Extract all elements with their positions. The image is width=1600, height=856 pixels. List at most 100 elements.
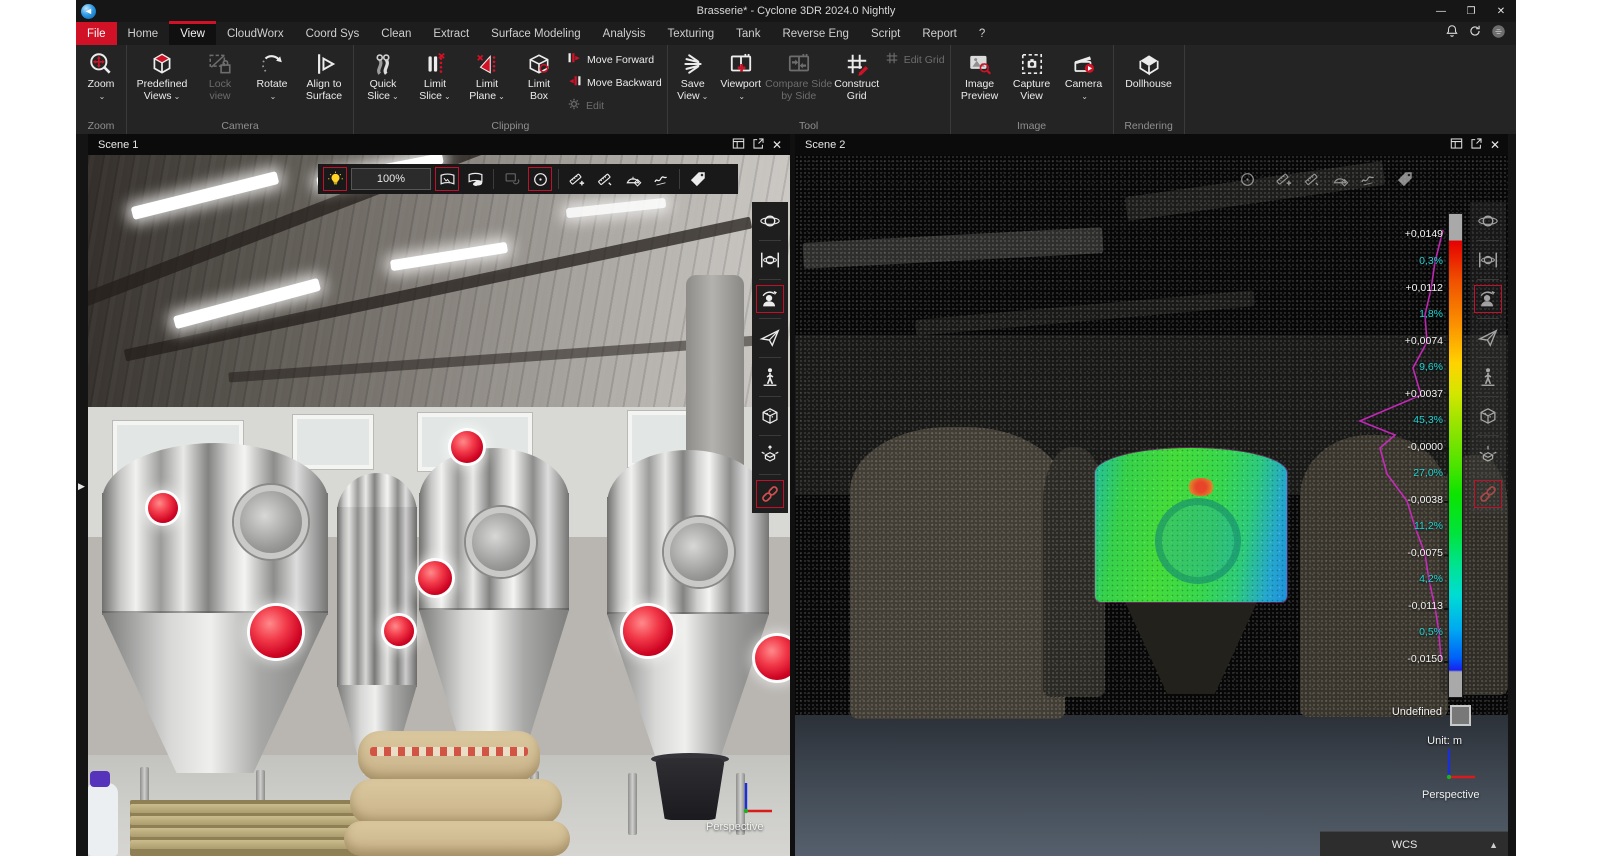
orbit-constrained-icon[interactable]: [756, 246, 784, 274]
measure-freeform-button[interactable]: [1356, 167, 1380, 191]
tab-help[interactable]: ?: [968, 22, 996, 45]
target-circle-button[interactable]: [528, 167, 552, 191]
minimize-button[interactable]: —: [1426, 0, 1456, 22]
construct-grid-button[interactable]: Construct Grid: [831, 47, 883, 102]
tab-script[interactable]: Script: [860, 22, 911, 45]
measure-angle-button[interactable]: [621, 167, 645, 191]
orbit-constrained-icon[interactable]: [1474, 246, 1502, 274]
tab-analysis[interactable]: Analysis: [592, 22, 657, 45]
measure-distance-button[interactable]: [1300, 167, 1324, 191]
zoom-button[interactable]: Zoom ⌄: [79, 47, 123, 103]
walk-mode-icon[interactable]: [1474, 363, 1502, 391]
colorbar-label: +0,0112: [1373, 282, 1443, 295]
viewport-button[interactable]: Viewport ⌄: [715, 47, 767, 103]
compare-side-by-side-button[interactable]: Compare Side by Side: [767, 47, 831, 102]
measure-angle-button[interactable]: [1328, 167, 1352, 191]
measure-add-button[interactable]: [1272, 167, 1296, 191]
measure-add-button[interactable]: [565, 167, 589, 191]
examine-mode-icon[interactable]: [1474, 285, 1502, 313]
image-preview-button[interactable]: Image Preview: [954, 47, 1006, 102]
tab-cloudworx[interactable]: CloudWorx: [216, 22, 295, 45]
tab-tank[interactable]: Tank: [725, 22, 771, 45]
orbit-icon[interactable]: [756, 207, 784, 235]
scene1-viewport[interactable]: 100%: [88, 155, 790, 856]
view-cube-icon[interactable]: [1474, 402, 1502, 430]
scene1-close-icon[interactable]: ✕: [772, 138, 782, 152]
measure-distance-button[interactable]: [593, 167, 617, 191]
close-button[interactable]: ✕: [1486, 0, 1516, 22]
tab-reverse-eng[interactable]: Reverse Eng: [771, 22, 859, 45]
save-view-button[interactable]: Save View⌄: [671, 47, 715, 103]
limit-slice-button[interactable]: Limit Slice⌄: [409, 47, 461, 103]
scene-zoom-level[interactable]: 100%: [351, 168, 431, 190]
fly-mode-icon[interactable]: [756, 324, 784, 352]
scene2-popout-icon[interactable]: [1470, 137, 1483, 153]
orbit-icon[interactable]: [1474, 207, 1502, 235]
red-sphere-marker[interactable]: [418, 561, 452, 595]
wcs-expand-icon[interactable]: ▲: [1489, 840, 1508, 850]
tab-home[interactable]: Home: [117, 22, 170, 45]
move-view-icon[interactable]: [1474, 441, 1502, 469]
tab-texturing[interactable]: Texturing: [656, 22, 725, 45]
inspection-hotspot: [1187, 478, 1215, 496]
scene2-close-icon[interactable]: ✕: [1490, 138, 1500, 152]
scene2-layout-icon[interactable]: [1450, 137, 1463, 153]
tag-button[interactable]: [686, 167, 710, 191]
rotate-button[interactable]: Rotate ⌄: [246, 47, 298, 103]
measure-freeform-button[interactable]: [649, 167, 673, 191]
tab-extract[interactable]: Extract: [422, 22, 480, 45]
limit-plane-button[interactable]: Limit Plane⌄: [461, 47, 513, 103]
quick-slice-button[interactable]: Quick Slice⌄: [357, 47, 409, 103]
tab-clean[interactable]: Clean: [370, 22, 422, 45]
scene2-viewport[interactable]: +0,0149 0,3% +0,0112 1,8% +0,0074 9,6% +…: [795, 155, 1508, 856]
camera-button[interactable]: Camera ⌄: [1058, 47, 1110, 103]
limit-box-button[interactable]: Limit Box: [513, 47, 565, 102]
notifications-bell-icon[interactable]: [1445, 24, 1459, 43]
predefined-views-button[interactable]: Predefined Views⌄: [130, 47, 194, 103]
panorama-button[interactable]: [435, 167, 459, 191]
red-sphere-marker[interactable]: [250, 606, 302, 658]
tab-coord-sys[interactable]: Coord Sys: [295, 22, 371, 45]
red-sphere-marker[interactable]: [384, 616, 414, 646]
red-sphere-marker[interactable]: [623, 606, 673, 656]
expand-panel-arrow[interactable]: ▶: [78, 481, 85, 492]
tab-surface-modeling[interactable]: Surface Modeling: [480, 22, 592, 45]
align-to-surface-button[interactable]: Align to Surface: [298, 47, 350, 102]
edit-clipping-button[interactable]: Edit: [567, 97, 662, 114]
view-cube-icon[interactable]: [756, 402, 784, 430]
brightness-button[interactable]: [323, 167, 347, 191]
move-view-icon[interactable]: [756, 441, 784, 469]
title-bar: ◄ Brasserie* - Cyclone 3DR 2024.0 Nightl…: [76, 0, 1516, 22]
screen-link-button[interactable]: [500, 167, 524, 191]
tag-button[interactable]: [1393, 167, 1417, 191]
fly-mode-icon[interactable]: [1474, 324, 1502, 352]
tab-file[interactable]: File: [76, 22, 117, 45]
wcs-bar[interactable]: WCS ▲: [1320, 831, 1508, 856]
link-views-icon[interactable]: [1474, 480, 1502, 508]
target-circle-button[interactable]: [1235, 167, 1259, 191]
account-status-icon[interactable]: [1491, 24, 1506, 44]
photo-window: [293, 415, 373, 469]
move-backward-button[interactable]: Move Backward: [567, 74, 662, 92]
scene1-layout-icon[interactable]: [732, 137, 745, 153]
move-forward-button[interactable]: Move Forward: [567, 51, 662, 69]
photo-pallet: [130, 800, 362, 856]
panorama-cloud-button[interactable]: [463, 167, 487, 191]
red-sphere-marker[interactable]: [148, 493, 178, 523]
red-sphere-marker[interactable]: [755, 636, 790, 680]
walk-mode-icon[interactable]: [756, 363, 784, 391]
examine-mode-icon[interactable]: [756, 285, 784, 313]
capture-view-button[interactable]: Capture View: [1006, 47, 1058, 102]
red-sphere-marker[interactable]: [451, 431, 483, 463]
inspection-colormap-tank[interactable]: [1095, 448, 1287, 602]
tab-view[interactable]: View: [169, 22, 216, 45]
scene1-popout-icon[interactable]: [752, 137, 765, 153]
dollhouse-button[interactable]: Dollhouse: [1117, 47, 1181, 102]
tab-report[interactable]: Report: [911, 22, 968, 45]
restore-button[interactable]: ❐: [1456, 0, 1486, 22]
link-views-icon[interactable]: [756, 480, 784, 508]
inspection-colorbar[interactable]: [1448, 213, 1463, 698]
edit-grid-button[interactable]: Edit Grid: [885, 51, 945, 68]
lock-view-button[interactable]: Lock view: [194, 47, 246, 102]
sync-icon[interactable]: [1468, 24, 1482, 43]
